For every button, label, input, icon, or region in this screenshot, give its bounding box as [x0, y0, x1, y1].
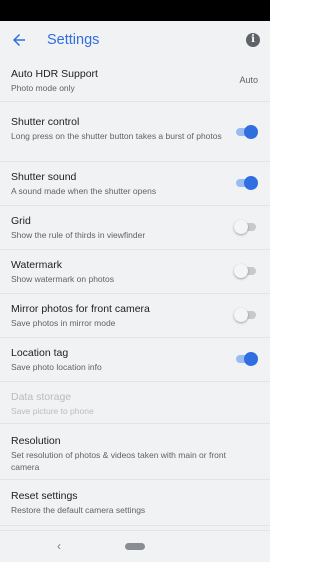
- navigation-bar: ‹: [0, 530, 270, 562]
- settings-list: Auto HDR Support Photo mode only Auto Sh…: [0, 60, 270, 530]
- app-bar: Settings i: [0, 21, 270, 60]
- setting-title: Location tag: [11, 347, 69, 359]
- setting-subtitle: Save photos in mirror mode: [11, 318, 116, 328]
- setting-watermark[interactable]: Watermark Show watermark on photos: [0, 250, 270, 294]
- setting-shutter-control[interactable]: Shutter control Long press on the shutte…: [0, 102, 270, 162]
- setting-mirror-front[interactable]: Mirror photos for front camera Save phot…: [0, 294, 270, 338]
- setting-title: Mirror photos for front camera: [11, 303, 150, 315]
- shutter-control-toggle[interactable]: [235, 125, 258, 139]
- chevron-left-icon[interactable]: ‹: [57, 539, 61, 553]
- setting-title: Shutter control: [11, 116, 80, 128]
- setting-reset[interactable]: Reset settings Restore the default camer…: [0, 480, 270, 526]
- setting-title: Shutter sound: [11, 171, 77, 183]
- home-pill-icon[interactable]: [125, 543, 145, 550]
- arrow-left-icon[interactable]: [10, 31, 28, 49]
- setting-title: Data storage: [11, 391, 72, 403]
- shutter-sound-toggle[interactable]: [235, 176, 258, 190]
- setting-grid[interactable]: Grid Show the rule of thirds in viewfind…: [0, 206, 270, 250]
- setting-title: Auto HDR Support: [11, 68, 98, 80]
- setting-resolution[interactable]: Resolution Set resolution of photos & vi…: [0, 424, 270, 480]
- setting-subtitle: Show the rule of thirds in viewfinder: [11, 230, 146, 240]
- setting-subtitle: Photo mode only: [11, 83, 75, 93]
- setting-subtitle: A sound made when the shutter opens: [11, 186, 157, 196]
- location-tag-toggle[interactable]: [235, 352, 258, 366]
- grid-toggle[interactable]: [234, 220, 257, 234]
- setting-data-storage: Data storage Save picture to phone: [0, 382, 270, 424]
- setting-subtitle: Save photo location info: [11, 362, 102, 372]
- setting-subtitle: Long press on the shutter button takes a…: [11, 131, 222, 141]
- info-icon[interactable]: i: [246, 33, 260, 47]
- setting-shutter-sound[interactable]: Shutter sound A sound made when the shut…: [0, 162, 270, 206]
- setting-title: Reset settings: [11, 490, 78, 502]
- setting-title: Grid: [11, 215, 31, 227]
- setting-title: Watermark: [11, 259, 62, 271]
- watermark-toggle[interactable]: [234, 264, 257, 278]
- setting-subtitle: Show watermark on photos: [11, 274, 114, 284]
- setting-subtitle: Restore the default camera settings: [11, 505, 146, 515]
- setting-auto-hdr[interactable]: Auto HDR Support Photo mode only Auto: [0, 60, 270, 102]
- status-bar: [0, 0, 270, 21]
- setting-title: Resolution: [11, 435, 61, 447]
- page-title: Settings: [47, 32, 100, 48]
- setting-subtitle: Save picture to phone: [11, 406, 94, 416]
- mirror-front-toggle[interactable]: [234, 308, 257, 322]
- setting-location-tag[interactable]: Location tag Save photo location info: [0, 338, 270, 382]
- setting-value: Auto: [239, 75, 258, 85]
- setting-subtitle: Set resolution of photos & videos taken …: [11, 450, 226, 472]
